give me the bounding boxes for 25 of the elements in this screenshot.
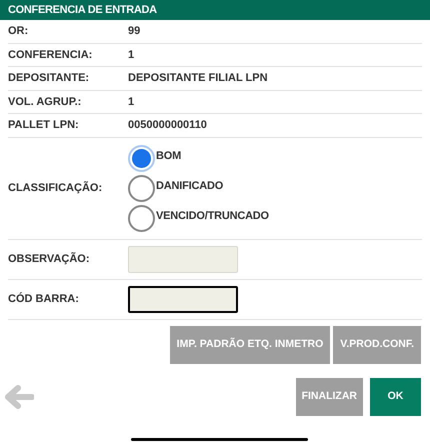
radio-button[interactable] — [128, 204, 155, 232]
field-value: DEPOSITANTE FILIAL LPN — [128, 71, 268, 86]
field-label: CONFERENCIA: — [8, 48, 94, 62]
field-label: VOL. AGRUP.: — [8, 94, 82, 110]
field-value: 0050000000110 — [128, 118, 207, 133]
action-button[interactable]: IMP. PADRÃO ETQ. INMETRO — [170, 326, 330, 364]
radio-label: DANIFICADO — [156, 178, 224, 194]
radio-button[interactable] — [128, 174, 155, 202]
footer-button[interactable]: OK — [370, 378, 421, 416]
footer-button[interactable]: FINALIZAR — [296, 378, 363, 416]
input-field[interactable] — [128, 286, 238, 312]
field-label: CLASSIFICAÇÃO: — [8, 180, 104, 196]
field-label: OBSERVAÇÃO: — [8, 251, 90, 267]
action-button[interactable]: V.PROD.CONF. — [333, 326, 421, 364]
radio-label: BOM — [156, 148, 182, 164]
field-label: DEPOSITANTE: — [8, 71, 90, 86]
field-label: CÓD BARRA: — [8, 291, 80, 307]
radio-button[interactable] — [128, 144, 155, 172]
header-bar: CONFERENCIA DE ENTRADA — [0, 0, 430, 20]
field-label: PALLET LPN: — [8, 118, 80, 133]
field-value: 1 — [128, 94, 134, 110]
field-value: 1 — [128, 48, 134, 62]
field-value: 99 — [128, 24, 140, 39]
radio-label: VENCIDO/TRUNCADO — [156, 208, 269, 224]
field-label: OR: — [8, 24, 30, 39]
